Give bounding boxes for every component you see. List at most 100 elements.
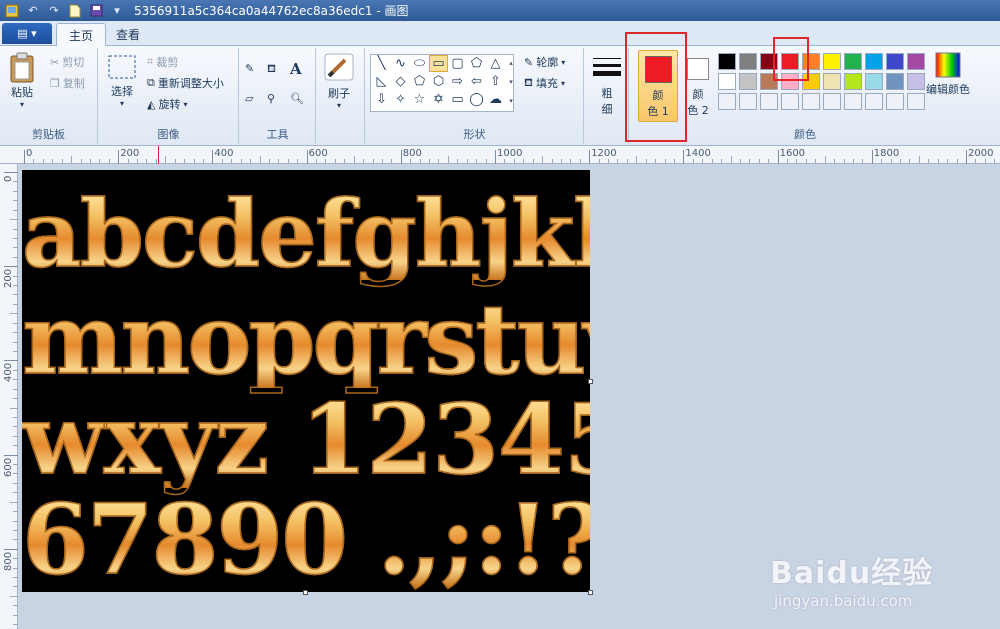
tab-home[interactable]: 主页 [56, 23, 107, 47]
oval-callout-shape-icon[interactable]: ◯ [467, 91, 486, 108]
outline-button[interactable]: ✎ 轮廓 ▾ [524, 54, 565, 70]
edit-colors-button[interactable]: 编辑颜色 [926, 52, 970, 97]
palette-swatch[interactable] [844, 73, 862, 90]
polygon-shape-icon[interactable]: ⬠ [467, 55, 486, 72]
palette-swatch[interactable] [739, 73, 757, 90]
shapes-gallery-scroll[interactable]: ▴ ▾ ▾ [507, 54, 515, 112]
fill-tool[interactable]: ⛾ [267, 62, 276, 77]
palette-swatch[interactable] [718, 53, 736, 70]
ruler-minor-tick [174, 159, 176, 164]
rounded-rectangle-shape-icon[interactable]: ▢ [448, 55, 467, 72]
ruler-minor-tick [13, 285, 18, 287]
right-arrow-shape-icon[interactable]: ⇨ [448, 73, 467, 90]
ruler-minor-tick [13, 294, 18, 296]
triangle-shape-icon[interactable]: △ [486, 55, 505, 72]
customize-dropdown-icon[interactable]: ▾ [108, 3, 126, 19]
paste-dropdown-icon[interactable]: ▾ [20, 100, 24, 109]
palette-swatch[interactable] [739, 53, 757, 70]
custom-color-slot[interactable] [739, 93, 757, 110]
diamond-shape-icon[interactable]: ◇ [391, 73, 410, 90]
undo-icon[interactable]: ↶ [24, 3, 42, 19]
four-point-star-shape-icon[interactable]: ✧ [391, 91, 410, 108]
redo-icon[interactable]: ↷ [45, 3, 63, 19]
tab-view[interactable]: 查看 [104, 23, 152, 46]
palette-swatch[interactable] [823, 73, 841, 90]
ruler-minor-tick [956, 159, 958, 164]
palette-swatch[interactable] [907, 53, 925, 70]
palette-swatch[interactable] [865, 73, 883, 90]
custom-color-slot[interactable] [802, 93, 820, 110]
palette-swatch[interactable] [886, 53, 904, 70]
rotate-button[interactable]: ◭ 旋转 ▾ [147, 96, 187, 112]
size-button[interactable]: 粗 细 [591, 56, 623, 117]
text-tool[interactable]: A [290, 60, 302, 78]
five-point-star-shape-icon[interactable]: ☆ [410, 91, 429, 108]
drawing-canvas[interactable]: abcdefghjkl mnopqrstuv wxyz 12345 67890 … [22, 170, 590, 592]
ruler-minor-tick [787, 159, 789, 164]
palette-swatch[interactable] [718, 73, 736, 90]
resize-button[interactable]: ⧉ 重新调整大小 [147, 75, 224, 91]
ruler-label: 400 [214, 148, 234, 159]
line-shape-icon[interactable]: ╲ [372, 55, 391, 72]
new-file-icon[interactable] [66, 3, 84, 19]
palette-swatch[interactable] [844, 53, 862, 70]
rect-callout-shape-icon[interactable]: ▭ [448, 91, 467, 108]
crop-label: 裁剪 [156, 56, 179, 69]
paint-menu-button[interactable]: ▤ ▾ [2, 23, 52, 44]
resize-handle-bottom[interactable] [303, 590, 308, 595]
pentagon-shape-icon[interactable]: ⬠ [410, 73, 429, 90]
cloud-callout-shape-icon[interactable]: ☁ [486, 91, 505, 108]
pencil-tool[interactable]: ✎ [245, 62, 254, 75]
palette-swatch[interactable] [823, 53, 841, 70]
palette-swatch[interactable] [907, 73, 925, 90]
oval-shape-icon[interactable]: ⬭ [410, 55, 429, 72]
ruler-minor-tick [381, 159, 383, 164]
down-arrow-shape-icon[interactable]: ⇩ [372, 91, 391, 108]
ruler-minor-tick [99, 159, 101, 164]
up-arrow-shape-icon[interactable]: ⇧ [486, 73, 505, 90]
select-button[interactable]: 选择 ▾ [107, 54, 137, 108]
custom-color-slot[interactable] [760, 93, 778, 110]
ruler-minor-tick [146, 159, 148, 164]
resize-handle-corner[interactable] [588, 590, 593, 595]
right-triangle-shape-icon[interactable]: ◺ [372, 73, 391, 90]
save-icon[interactable] [87, 3, 105, 19]
color-picker-tool[interactable]: ⚲ [267, 92, 275, 105]
copy-label: 复制 [62, 77, 85, 90]
custom-color-slot[interactable] [823, 93, 841, 110]
palette-swatch[interactable] [865, 53, 883, 70]
brushes-button[interactable]: 刷子 ▾ [323, 52, 355, 110]
custom-color-slot[interactable] [718, 93, 736, 110]
custom-color-slot[interactable] [886, 93, 904, 110]
custom-color-slot[interactable] [865, 93, 883, 110]
cut-button[interactable]: ✂ 剪切 [50, 54, 84, 70]
ruler-minor-tick [739, 159, 741, 164]
resize-handle-right[interactable] [588, 379, 593, 384]
curve-shape-icon[interactable]: ∿ [391, 55, 410, 72]
eraser-tool[interactable]: ▱ [245, 92, 253, 105]
custom-color-slot[interactable] [781, 93, 799, 110]
left-arrow-shape-icon[interactable]: ⇦ [467, 73, 486, 90]
six-point-star-shape-icon[interactable]: ✡ [429, 91, 448, 108]
ruler-minor-tick [372, 159, 374, 164]
custom-color-slot[interactable] [907, 93, 925, 110]
custom-color-slot[interactable] [844, 93, 862, 110]
crop-button[interactable]: ⌗ 裁剪 [147, 54, 178, 70]
select-dropdown-icon[interactable]: ▾ [120, 99, 124, 108]
rectangle-shape-icon[interactable]: ▭ [429, 55, 448, 72]
ruler-minor-tick [457, 159, 459, 164]
ruler-minor-tick [108, 159, 110, 164]
palette-swatch[interactable] [886, 73, 904, 90]
text-icon: A [290, 60, 302, 78]
ruler-minor-tick [890, 159, 892, 164]
copy-button[interactable]: ❐ 复制 [50, 75, 85, 91]
magnifier-tool[interactable]: 🔍︎ [290, 92, 304, 105]
ruler-minor-tick [532, 159, 534, 164]
ruler-minor-tick [13, 567, 18, 569]
ruler-minor-tick [13, 435, 18, 437]
paste-button[interactable]: 粘贴 ▾ [8, 52, 36, 109]
ruler-minor-tick [768, 159, 770, 164]
ruler-minor-tick [10, 595, 18, 597]
hexagon-shape-icon[interactable]: ⬡ [429, 73, 448, 90]
fill-button[interactable]: ⛾ 填充 ▾ [524, 75, 565, 91]
